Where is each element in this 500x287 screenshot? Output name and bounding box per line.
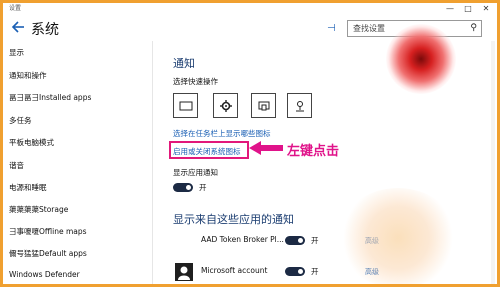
system-icons-link[interactable]: 启用或关闭系统图标	[173, 146, 241, 157]
sidebar-item-notifications[interactable]: 通知和操作	[9, 70, 47, 81]
app-name-microsoft-account: Microsoft account	[201, 266, 268, 275]
decorative-swirl	[386, 24, 456, 94]
apps-notifications-heading: 显示来自这些应用的通知	[173, 213, 294, 226]
sidebar-item-installed-apps[interactable]: 畐彐畐彐Installed apps	[9, 92, 91, 103]
sidebar-item-default-apps[interactable]: 儞号猛猛Default apps	[9, 248, 87, 259]
toggle-state-text: 开	[199, 183, 207, 192]
sidebar: 显示 通知和操作 畐彐畐彐Installed apps 多任务 平板电脑模式 谐…	[3, 41, 153, 284]
close-button[interactable]: ✕	[479, 3, 493, 14]
pin-icon[interactable]: ⊣	[327, 23, 336, 34]
quick-action-location[interactable]	[287, 93, 312, 118]
page-title: 系统	[31, 22, 59, 38]
notifications-heading: 通知	[173, 57, 195, 70]
location-icon	[296, 101, 304, 112]
quick-action-settings[interactable]	[213, 93, 238, 118]
settings-gear-icon	[220, 100, 232, 112]
toggle-knob	[298, 269, 303, 274]
sidebar-item-storage[interactable]: 蕖蕖蕖蕖Storage	[9, 204, 68, 215]
sidebar-item-windows-defender[interactable]: Windows Defender	[9, 270, 80, 279]
sidebar-item-display[interactable]: 显示	[9, 47, 24, 58]
sidebar-item-sound[interactable]: 谐音	[9, 160, 24, 171]
sidebar-item-tablet-mode[interactable]: 平板电脑模式	[9, 137, 54, 148]
decorative-glow	[338, 188, 458, 284]
quick-action-tablet-mode[interactable]	[173, 93, 198, 118]
app-name-aad-token-broker: AAD Token Broker Pl...	[201, 235, 284, 244]
tablet-mode-icon	[179, 101, 193, 111]
sidebar-item-power-sleep[interactable]: 电源和睡眠	[9, 182, 47, 193]
app-toggle-aad-token-broker[interactable]	[285, 236, 305, 245]
minimize-button[interactable]: —	[443, 3, 457, 14]
annotation-text: 左键点击	[287, 144, 340, 159]
connect-icon	[258, 101, 270, 111]
title-bar: 设置 — □ ✕	[3, 3, 497, 14]
scrollbar[interactable]	[491, 41, 495, 284]
annotation-arrow-icon	[249, 141, 283, 155]
sidebar-item-multitasking[interactable]: 多任务	[9, 115, 32, 126]
toggle-knob	[298, 238, 303, 243]
maximize-button[interactable]: □	[461, 3, 475, 14]
person-icon	[178, 266, 190, 280]
sidebar-item-offline-maps[interactable]: 彐事嗄嗄Offline maps	[9, 226, 87, 237]
settings-window: 设置 — □ ✕ 系统 ⊣ 查找设置 ⚲ 显示 通知和操作 畐彐畐彐Instal…	[3, 3, 497, 284]
show-app-notifications-label: 显示应用通知	[173, 168, 218, 177]
toggle-knob	[186, 185, 191, 190]
app-toggle-state-msa: 开	[311, 267, 319, 276]
avatar-icon	[175, 263, 193, 281]
app-title: 设置	[9, 5, 22, 12]
quick-actions-label: 选择快速操作	[173, 77, 218, 86]
search-icon[interactable]: ⚲	[470, 23, 477, 33]
back-arrow-icon[interactable]	[11, 20, 25, 34]
search-input[interactable]: 查找设置	[353, 23, 385, 34]
taskbar-icons-link[interactable]: 选择在任务栏上显示哪些图标	[173, 128, 271, 139]
app-toggle-microsoft-account[interactable]	[285, 267, 305, 276]
app-notifications-toggle[interactable]	[173, 183, 193, 192]
quick-action-connect[interactable]	[251, 93, 276, 118]
app-toggle-state-aad: 开	[311, 236, 319, 245]
